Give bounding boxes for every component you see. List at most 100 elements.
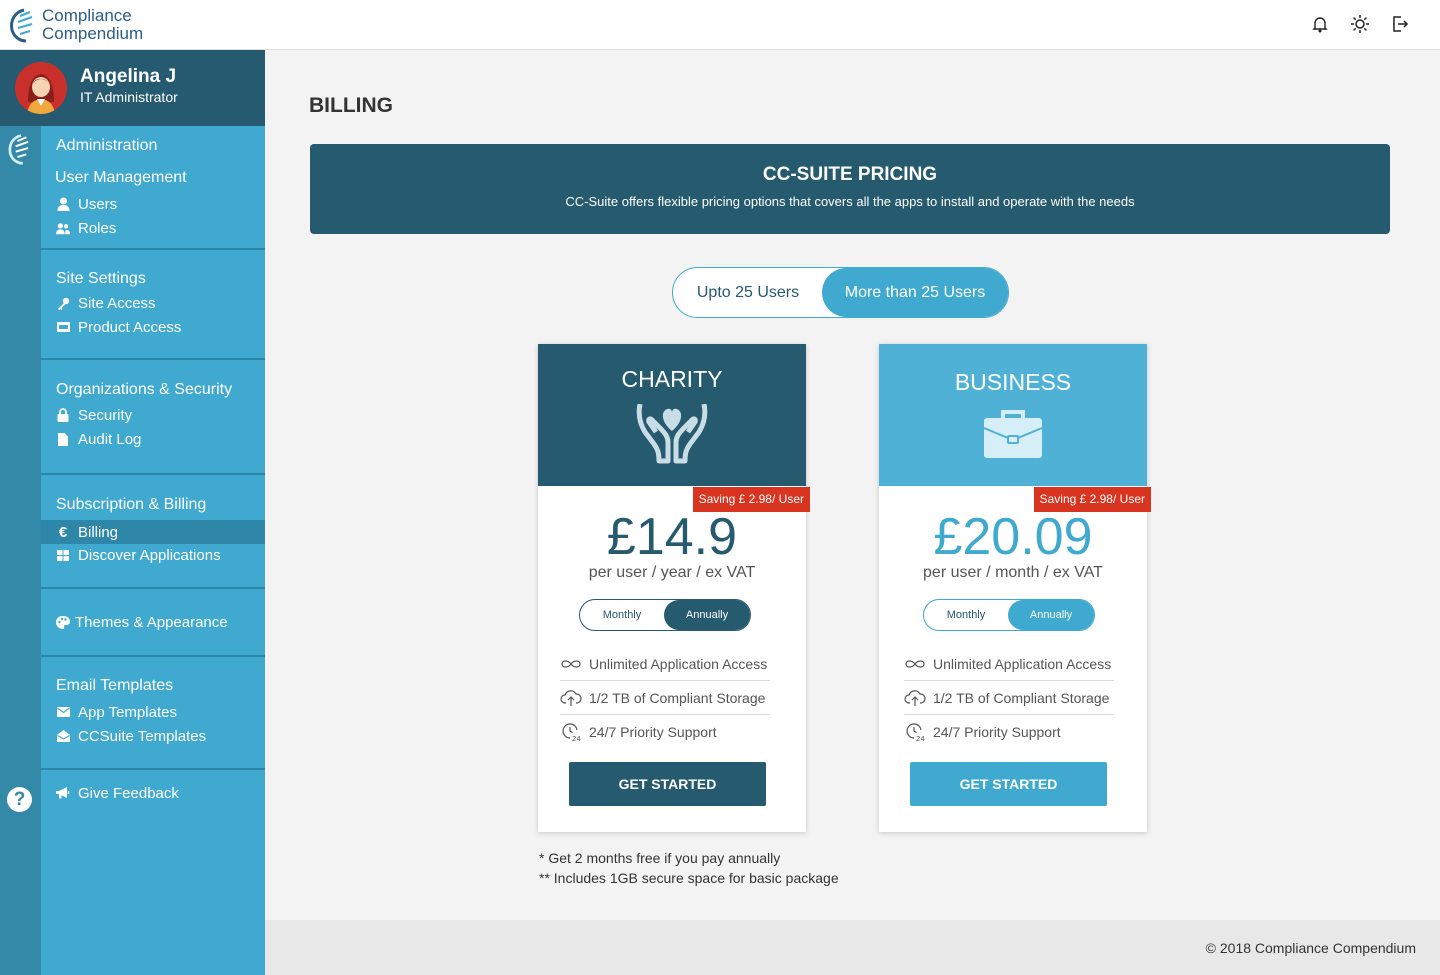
logo-line-2: Compendium [42,24,144,43]
toggle-more-than-25-users[interactable]: More than 25 Users [822,268,1008,317]
users-icon [56,221,70,235]
sidebar-item-label: Give Feedback [78,784,179,802]
sidebar-item-discover-applications[interactable]: Discover Applications [41,543,265,567]
section-title-organizations-security: Organizations & Security [56,381,233,398]
toggle-upto-25-users[interactable]: Upto 25 Users [673,268,823,317]
feature-label: Unlimited Application Access [589,655,768,672]
grid-icon [56,548,70,562]
logo[interactable]: Compliance Compendium [8,6,143,44]
sidebar-item-label: CCSuite Templates [78,727,207,745]
sidebar-item-label: Discover Applications [78,546,221,564]
footnote-annual: * Get 2 months free if you pay annually [539,850,781,866]
section-title-subscription-billing: Subscription & Billing [56,496,207,513]
feature-label: 24/7 Priority Support [589,724,717,740]
banner-title: CC-SUITE PRICING [762,164,938,185]
feature-label: 1/2 TB of Compliant Storage [589,689,766,706]
divider [41,655,265,657]
envelope-open-icon [56,729,70,743]
footnote-basic-package: ** Includes 1GB secure space for basic p… [539,870,839,886]
divider [41,587,265,589]
card-icon [56,320,70,334]
plan-name: CHARITY [621,366,723,392]
key-icon [56,296,70,310]
plan-header: BUSINESS [879,344,1147,486]
divider [41,358,265,360]
sidebar-item-ccsuite-templates[interactable]: CCSuite Templates [41,724,265,748]
sidebar-item-themes-appearance[interactable]: Themes & Appearance [41,610,265,634]
sidebar-item-app-templates[interactable]: App Templates [41,700,265,724]
logo-line-1: Compliance [42,6,132,25]
sidebar-rail: ? [0,126,41,975]
sidebar-item-roles[interactable]: Roles [41,216,265,240]
logo-mark-icon [10,8,33,43]
plan-price: £20.09 [933,508,1093,566]
megaphone-icon [56,786,70,800]
plan-price: £14.9 [606,508,738,566]
svg-text:24: 24 [572,735,581,742]
sidebar-item-audit-log[interactable]: Audit Log [41,427,265,451]
plan-header: CHARITY [538,344,806,486]
sidebar-item-label: Billing [78,523,119,541]
get-started-button[interactable]: GET STARTED [910,762,1107,806]
plan-card-charity: CHARITY Saving £ 2.98/ User £14.9 per us… [538,344,810,832]
sidebar-item-users[interactable]: Users [41,192,265,216]
sidebar-item-security[interactable]: Security [41,403,265,427]
cloud-upload-icon [904,689,926,707]
support-24-icon: 24 [904,723,926,742]
toggle-annually[interactable]: Annually [1008,600,1094,630]
briefcase-icon [983,410,1043,458]
pricing-banner: CC-SUITE PRICING CC-Suite offers flexibl… [310,144,1390,234]
feature-item: 24 24/7 Priority Support [904,715,1114,749]
sidebar-item-label: Audit Log [78,430,142,448]
sidebar-item-product-access[interactable]: Product Access [41,315,265,339]
profile-card[interactable]: Angelina J IT Administrator [0,50,265,126]
plan-card-business: BUSINESS Saving £ 2.98/ User £20.09 per … [879,344,1151,832]
user-icon [56,197,70,211]
sidebar-item-label: Themes & Appearance [75,613,228,631]
divider [41,248,265,250]
profile-name: Angelina J [80,66,177,87]
page-title: BILLING [309,94,393,117]
group-title-user-management: User Management [55,169,187,186]
feature-label: 1/2 TB of Compliant Storage [933,689,1110,706]
euro-icon: € [58,523,68,541]
divider [41,473,265,475]
rail-logo-icon[interactable] [6,132,36,166]
support-24-icon: 24 [560,723,582,742]
banner-subtitle: CC-Suite offers flexible pricing options… [565,194,1135,209]
lock-icon [56,408,70,422]
svg-text:24: 24 [916,735,925,742]
cloud-upload-icon [560,689,582,707]
plan-name: BUSINESS [954,369,1072,395]
palette-icon [56,615,70,629]
feature-item: 24 24/7 Priority Support [560,715,770,749]
toggle-monthly[interactable]: Monthly [580,600,664,630]
billing-period-toggle: Monthly Annually [923,599,1095,631]
top-bar: Compliance Compendium [0,0,1440,50]
toggle-annually[interactable]: Annually [664,600,750,630]
infinity-icon [904,655,926,673]
section-title-administration: Administration [56,137,158,154]
sidebar-item-label: Product Access [78,318,182,336]
envelope-icon [56,705,70,719]
sidebar-item-give-feedback[interactable]: Give Feedback [41,781,265,805]
help-icon[interactable]: ? [7,787,32,812]
profile-role: IT Administrator [80,89,178,105]
section-title-site-settings: Site Settings [56,270,146,287]
sidebar-item-label: Site Access [78,294,156,312]
divider [41,768,265,770]
sidebar-item-label: Security [78,406,133,424]
bell-icon[interactable] [1310,14,1330,34]
feature-item: 1/2 TB of Compliant Storage [904,681,1114,715]
sidebar-item-billing[interactable]: € Billing [41,520,265,544]
sun-icon[interactable] [1350,14,1370,34]
feature-item: Unlimited Application Access [904,647,1114,681]
get-started-button[interactable]: GET STARTED [569,762,766,806]
logout-icon[interactable] [1390,14,1410,34]
file-icon [56,432,70,446]
sidebar-item-site-access[interactable]: Site Access [41,291,265,315]
avatar [15,62,67,114]
sidebar-item-label: Roles [78,219,117,237]
toggle-monthly[interactable]: Monthly [924,600,1008,630]
section-title-email-templates: Email Templates [56,677,174,694]
